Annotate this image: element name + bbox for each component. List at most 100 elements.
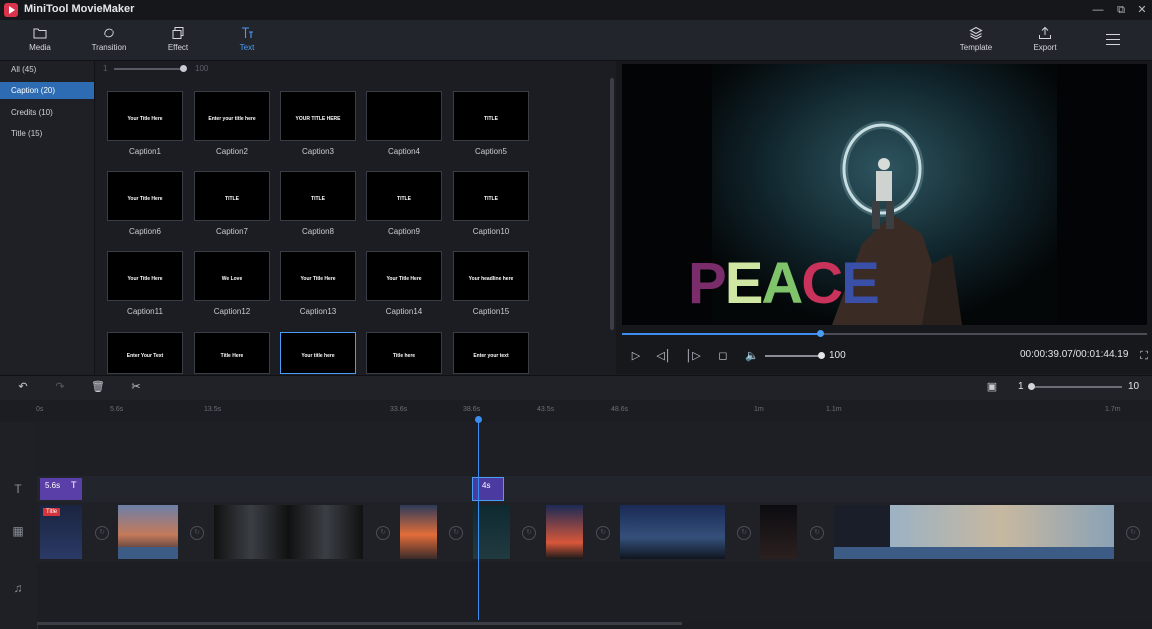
undo-icon[interactable]: ↶ (16, 380, 30, 394)
template-button[interactable]: Template (946, 20, 1006, 60)
caption-thumbnail[interactable]: TITLE (366, 171, 442, 221)
caption-thumbnail[interactable]: TITLE (453, 171, 529, 221)
caption-thumbnail-text: TITLE (281, 196, 355, 202)
transition-slot[interactable]: ↻ (1126, 526, 1140, 540)
video-clip[interactable] (400, 505, 437, 559)
caption-name: Caption13 (280, 307, 356, 316)
category-title[interactable]: Title (15) (0, 125, 94, 142)
video-clip[interactable] (760, 505, 797, 559)
overlay-letter: E (841, 251, 878, 316)
caption-name: Caption2 (194, 147, 270, 156)
category-all[interactable]: All (45) (0, 61, 94, 78)
music-track (37, 562, 1152, 622)
media-button[interactable]: Media (10, 20, 70, 60)
caption-thumbnail[interactable]: Your Title Here (107, 171, 183, 221)
overlay-letter: E (725, 251, 762, 316)
caption-thumbnail[interactable]: Enter your title here (194, 91, 270, 141)
video-clip[interactable] (546, 505, 583, 559)
caption-thumbnail[interactable]: Your title here (280, 332, 356, 374)
fullscreen-icon[interactable]: ⛶ (1136, 348, 1152, 364)
transition-slot[interactable]: ↻ (737, 526, 751, 540)
fit-timeline-icon[interactable]: ▣ (985, 380, 999, 394)
video-clip[interactable] (620, 505, 725, 559)
caption-thumbnail[interactable]: Your Title Here (366, 251, 442, 301)
folder-icon (33, 26, 47, 40)
caption-thumbnail[interactable] (366, 91, 442, 141)
play-icon[interactable]: ▷ (628, 348, 644, 364)
caption-thumbnail[interactable]: We Love (194, 251, 270, 301)
caption-thumbnail-text: TITLE (367, 196, 441, 202)
volume-icon[interactable]: 🔈 (744, 348, 760, 364)
volume-knob[interactable] (818, 352, 825, 359)
ruler-tick-label: 43.5s (537, 406, 554, 413)
video-clip[interactable]: Title (40, 505, 82, 559)
caption-thumbnail-text: We Love (195, 276, 269, 282)
category-caption[interactable]: Caption (20) (0, 82, 94, 99)
transition-slot[interactable]: ↻ (95, 526, 109, 540)
video-clip[interactable] (118, 505, 178, 559)
menu-icon[interactable] (1106, 33, 1120, 45)
transition-slot[interactable]: ↻ (522, 526, 536, 540)
caption-thumbnail[interactable]: Enter your text (453, 332, 529, 374)
effect-button[interactable]: Effect (148, 20, 208, 60)
timeline-toolbar (0, 375, 1152, 400)
caption-thumbnail[interactable]: Title Here (194, 332, 270, 374)
caption-thumbnail[interactable]: YOUR TITLE HERE (280, 91, 356, 141)
caption-thumbnail[interactable]: Your Title Here (107, 251, 183, 301)
text-track (37, 476, 1152, 502)
caption-thumbnail-text: Enter your text (454, 353, 528, 359)
category-credits[interactable]: Credits (10) (0, 104, 94, 121)
transition-slot[interactable]: ↻ (376, 526, 390, 540)
caption-thumbnail-text: Enter your title here (195, 116, 269, 122)
text-clip-duration: 4s (482, 481, 490, 490)
ruler-tick-label: 1m (754, 406, 764, 413)
previous-frame-icon[interactable]: ◁│ (656, 348, 672, 364)
volume-value: 100 (829, 350, 846, 361)
text-button[interactable]: Text (217, 20, 277, 60)
caption-thumbnail[interactable]: Your Title Here (107, 91, 183, 141)
caption-thumbnail-text: Title Here (195, 353, 269, 359)
text-clip[interactable]: 5.6s T (40, 478, 82, 500)
thumbnail-size-knob[interactable] (180, 65, 187, 72)
timeline-zoom-slider[interactable] (1030, 386, 1122, 388)
thumbnail-size-slider[interactable] (114, 68, 184, 70)
title-badge: Title (43, 508, 60, 516)
playhead-handle[interactable] (475, 416, 482, 423)
timeline-scrollbar[interactable] (37, 622, 682, 625)
close-icon[interactable]: ✕ (1132, 2, 1152, 18)
split-icon[interactable]: ✂ (129, 380, 143, 394)
volume-slider[interactable] (765, 355, 820, 357)
stop-icon[interactable]: ◻ (715, 348, 731, 364)
timeline-ruler[interactable] (0, 400, 1152, 423)
caption-thumbnail[interactable]: TITLE (194, 171, 270, 221)
transition-slot[interactable]: ↻ (596, 526, 610, 540)
video-clip[interactable] (834, 505, 1114, 559)
caption-name: Caption12 (194, 307, 270, 316)
playhead[interactable] (478, 418, 479, 620)
caption-thumbnail[interactable]: Enter Your Text (107, 332, 183, 374)
ruler-tick-label: 0s (36, 406, 43, 413)
redo-icon[interactable]: ↷ (53, 380, 67, 394)
caption-thumbnail[interactable]: Title here (366, 332, 442, 374)
video-clip[interactable] (214, 505, 363, 559)
caption-thumbnail[interactable]: TITLE (453, 91, 529, 141)
caption-thumbnail[interactable]: Your Title Here (280, 251, 356, 301)
timeline-zoom-knob[interactable] (1028, 383, 1035, 390)
caption-thumbnail-text: Your Title Here (367, 276, 441, 282)
export-button[interactable]: Export (1015, 20, 1075, 60)
transition-button[interactable]: Transition (79, 20, 139, 60)
minimize-icon[interactable]: — (1088, 2, 1108, 18)
caption-thumbnail[interactable]: Your headline here (453, 251, 529, 301)
timecode: 00:00:39.07/00:01:44.19 (1020, 349, 1128, 360)
ruler-tick-label: 13.5s (204, 406, 221, 413)
caption-thumbnail-text: Your Title Here (281, 276, 355, 282)
caption-thumbnail[interactable]: TITLE (280, 171, 356, 221)
restore-icon[interactable]: ⧉ (1111, 2, 1131, 18)
transition-slot[interactable]: ↻ (810, 526, 824, 540)
effect-label: Effect (148, 43, 208, 52)
library-scrollbar[interactable] (610, 78, 614, 330)
next-frame-icon[interactable]: │▷ (685, 348, 701, 364)
delete-icon[interactable]: 🗑 (91, 380, 105, 394)
transition-slot[interactable]: ↻ (449, 526, 463, 540)
transition-slot[interactable]: ↻ (190, 526, 204, 540)
